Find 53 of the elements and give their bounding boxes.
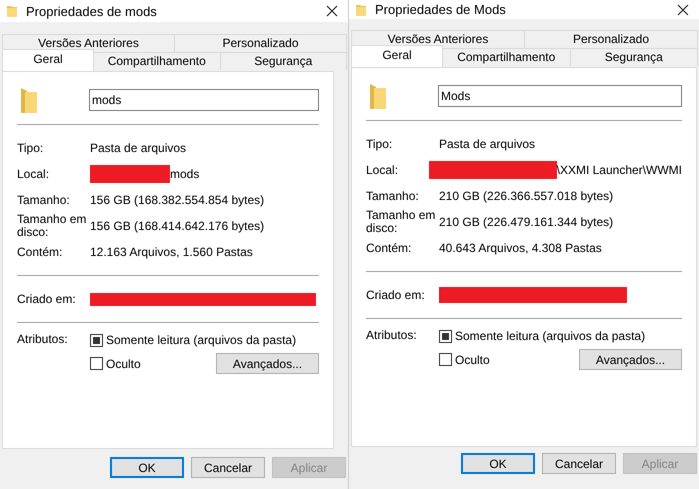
dialog-button[interactable]: Cancelar [542, 453, 616, 474]
property-label: Tamanho: [366, 190, 420, 202]
property-label: Contém: [366, 242, 412, 254]
close-icon[interactable] [326, 5, 338, 17]
property-label: Tamanho em disco: [366, 209, 436, 235]
property-value: Pasta de arquivos [90, 141, 186, 155]
property-label: Atributos: [17, 333, 69, 346]
tab[interactable]: Compartilhamento [93, 52, 220, 70]
property-label: Atributos: [366, 329, 418, 342]
checkbox[interactable]: Oculto [90, 356, 216, 370]
property-label: Local: [17, 168, 50, 180]
property-value: mods [170, 167, 200, 181]
dialog-button[interactable]: OK [110, 457, 184, 478]
tab[interactable]: Personalizado [174, 34, 347, 52]
window-title: Propriedades de mods [26, 4, 158, 18]
advanced-button[interactable]: Avançados... [216, 353, 319, 374]
property-label: Local: [366, 164, 400, 176]
dialog-button[interactable]: OK [461, 453, 535, 474]
tab[interactable]: Versões Anteriores [2, 34, 175, 52]
property-value: 40.643 Arquivos, 4.308 Pastas [439, 241, 602, 255]
close-icon[interactable] [677, 4, 689, 16]
name-field[interactable]: Mods [438, 85, 682, 107]
property-label: Criado em: [366, 288, 426, 302]
property-value: 12.163 Arquivos, 1.560 Pastas [90, 245, 253, 259]
tab[interactable]: Geral [351, 45, 443, 67]
property-label: Tipo: [17, 142, 44, 154]
window-title: Propriedades de Mods [375, 2, 507, 17]
tab[interactable]: Versões Anteriores [351, 30, 525, 48]
property-label: Tamanho: [17, 194, 71, 206]
property-label: Contém: [17, 246, 64, 258]
tab[interactable]: Geral [2, 49, 94, 71]
advanced-button[interactable]: Avançados... [579, 349, 682, 370]
property-value: 210 GB (226.479.161.344 bytes) [439, 215, 614, 229]
property-value: 156 GB (168.414.642.176 bytes) [90, 219, 264, 233]
property-value: 156 GB (168.382.554.854 bytes) [90, 193, 264, 207]
property-value: Pasta de arquivos [439, 137, 536, 151]
tab[interactable]: Segurança [220, 52, 347, 70]
checkbox[interactable]: Oculto [439, 352, 579, 366]
name-field[interactable]: mods [89, 89, 319, 111]
tab[interactable]: Personalizado [524, 30, 698, 48]
folder-icon [368, 82, 388, 110]
tab[interactable]: Compartilhamento [442, 48, 570, 66]
tab[interactable]: Segurança [570, 48, 698, 66]
folder-icon [355, 2, 367, 16]
checkbox[interactable]: Somente leitura (arquivos da pasta) [439, 329, 682, 343]
property-label: Tamanho em disco: [17, 213, 88, 239]
dialog-button[interactable]: Cancelar [191, 457, 265, 478]
property-label: Criado em: [17, 292, 77, 306]
property-value: 210 GB (226.366.557.018 bytes) [439, 189, 614, 203]
property-label: Tipo: [366, 138, 394, 150]
folder-icon [6, 4, 18, 18]
checkbox[interactable]: Somente leitura (arquivos da pasta) [90, 333, 319, 347]
folder-icon [19, 86, 39, 114]
